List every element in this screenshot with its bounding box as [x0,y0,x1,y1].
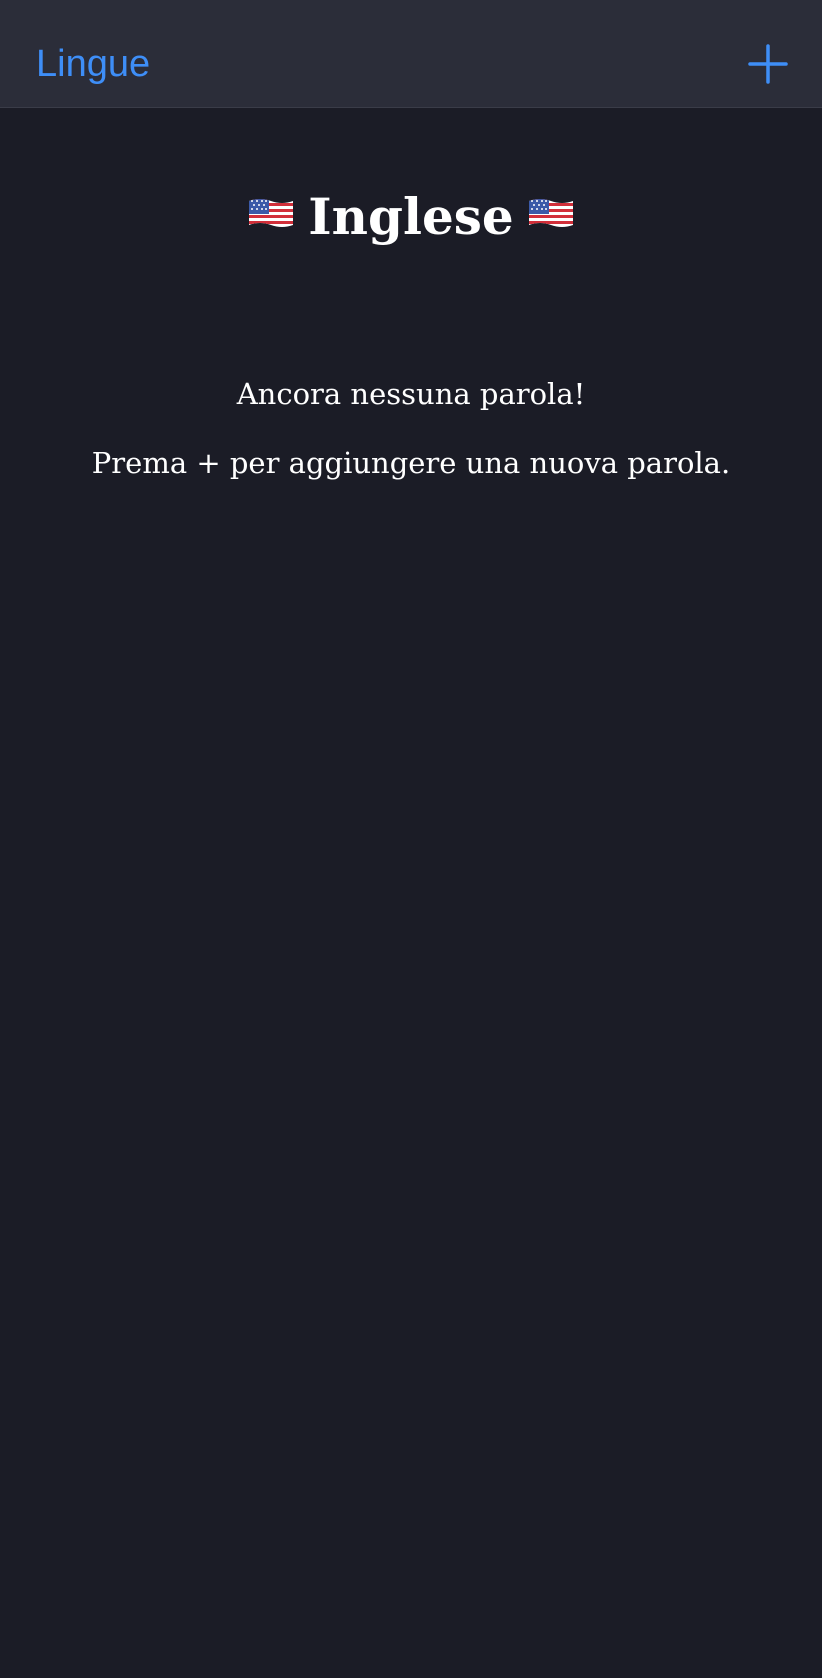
plus-icon [748,44,788,84]
navigation-bar: Lingue [0,0,822,108]
us-flag-icon [248,196,294,230]
empty-state-heading: Ancora nessuna parola! [236,377,586,411]
page-title: Inglese [0,168,822,258]
empty-state-hint: Prema + per aggiungere una nuova parola. [91,446,731,480]
back-button-lingue[interactable]: Lingue [36,36,150,92]
us-flag-icon [528,196,574,230]
add-word-button[interactable] [744,40,792,88]
page-title-text: Inglese [308,187,514,246]
